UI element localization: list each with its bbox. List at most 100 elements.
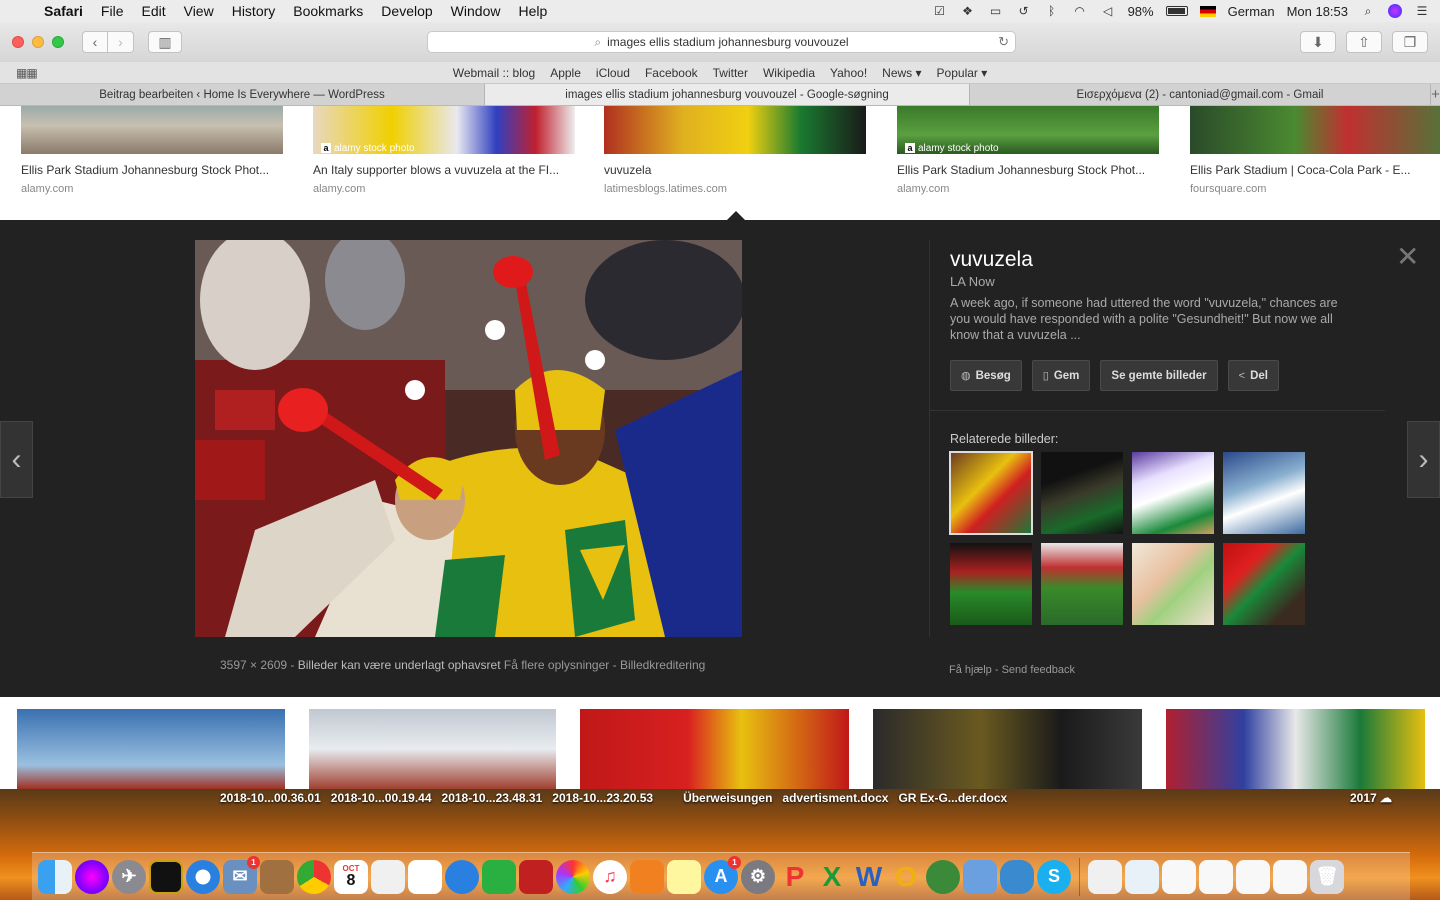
bluetooth-icon[interactable]: ᛒ [1044,4,1060,18]
share-button[interactable]: ⇧ [1346,31,1382,53]
back-button[interactable]: ‹ [82,31,108,53]
menu-window[interactable]: Window [451,3,501,19]
result-title[interactable]: Ellis Park Stadium Johannesburg Stock Ph… [897,163,1159,177]
document-icon[interactable] [1236,859,1270,894]
messages-icon[interactable] [445,859,479,894]
top-sites-grid-icon[interactable]: ▦▦ [16,66,38,80]
related-image[interactable] [1223,543,1305,625]
preview-icon[interactable] [963,859,997,894]
trash-icon[interactable]: 🗑 [1310,859,1344,894]
visit-button[interactable]: ◍ Besøg [950,360,1022,391]
image-credit-link[interactable]: Billedkreditering [620,658,705,672]
app-store-icon[interactable]: A1 [704,855,741,894]
fullscreen-window-button[interactable] [52,36,64,48]
result-thumbnail[interactable] [1190,106,1440,154]
more-info-link[interactable]: Få flere oplysninger [504,658,609,672]
checkbox-icon[interactable]: ☑ [932,4,948,18]
tab-google-search[interactable]: images ellis stadium johannesburg vouvou… [485,84,970,105]
clock[interactable]: Mon 18:53 [1287,4,1348,19]
sidebar-toggle-button[interactable]: ▥ [148,31,182,53]
document-icon[interactable] [1125,859,1159,894]
related-image[interactable] [950,543,1032,625]
volume-icon[interactable]: ◁ [1100,4,1116,18]
downloads-button[interactable]: ⬇ [1300,31,1336,53]
menu-develop[interactable]: Develop [381,3,432,19]
contacts-icon[interactable] [260,859,294,894]
fav-popular[interactable]: Popular ▾ [937,66,988,80]
people-icon[interactable] [1000,859,1034,894]
siri-icon[interactable] [1388,4,1402,18]
desktop-file[interactable]: 2018-10...23.20.53 [552,791,653,805]
main-image[interactable] [195,240,742,637]
input-source-label[interactable]: German [1228,4,1275,19]
desktop-file[interactable]: 2018-10...23.48.31 [442,791,543,805]
menu-file[interactable]: File [101,3,124,19]
german-flag-icon[interactable] [1199,5,1216,17]
tab-gmail[interactable]: Εισερχόμενα (2) - cantoniad@gmail.com - … [970,84,1431,105]
desktop-file[interactable]: 2018-10...00.19.44 [331,791,432,805]
result-card[interactable]: a alamy stock photo Ellis Park Stadium Jo… [897,106,1159,195]
spotlight-search-icon[interactable]: ⌕ [1360,4,1376,18]
word-icon[interactable]: W [852,860,886,894]
photo-booth-icon[interactable] [149,859,183,894]
desktop-file[interactable]: GR Ex-G...der.docx [898,791,1007,805]
result-thumbnail[interactable] [21,106,283,154]
next-image-button[interactable]: › [1407,421,1440,498]
result-title[interactable]: Ellis Park Stadium Johannesburg Stock Ph… [21,163,283,177]
chrome-icon[interactable] [297,859,331,894]
system-preferences-icon[interactable]: ⚙ [741,859,775,894]
reminders-icon[interactable] [408,859,442,894]
result-card[interactable]: a alamy stock photo An Italy supporter bl… [313,106,575,195]
related-image[interactable] [1041,452,1123,534]
finder-icon[interactable] [38,859,72,894]
close-viewer-icon[interactable]: ✕ [1396,240,1419,273]
fav-facebook[interactable]: Facebook [645,66,698,80]
reload-icon[interactable]: ↻ [998,34,1009,50]
battery-icon[interactable] [1165,6,1188,16]
safari-dock-icon[interactable] [186,859,220,894]
result-card[interactable]: vuvuzela latimesblogs.latimes.com [604,106,866,195]
dropbox-icon[interactable]: ❖ [960,4,976,18]
result-title[interactable]: An Italy supporter blows a vuvuzela at t… [313,163,575,177]
result-thumbnail[interactable]: a alamy stock photo [897,106,1159,154]
image-title[interactable]: vuvuzela [950,248,1033,272]
help-link[interactable]: Få hjælp [949,664,992,676]
document-icon[interactable] [1199,859,1233,894]
desktop-file[interactable]: 2017 ☁ [1350,791,1392,805]
fav-yahoo[interactable]: Yahoo! [830,66,867,80]
result-thumbnail[interactable] [309,709,556,789]
tab-wordpress[interactable]: Beitrag bearbeiten ‹ Home Is Everywhere … [0,84,485,105]
menu-edit[interactable]: Edit [141,3,165,19]
feedback-link[interactable]: Send feedback [1002,664,1075,676]
forward-button[interactable]: › [108,31,134,53]
fav-icloud[interactable]: iCloud [596,66,630,80]
document-icon[interactable] [1162,859,1196,894]
notes-icon[interactable] [667,859,701,894]
fav-twitter[interactable]: Twitter [713,66,748,80]
calendar-icon[interactable]: OCT 8 [334,859,368,894]
result-title[interactable]: Ellis Park Stadium | Coca-Cola Park - E.… [1190,163,1440,177]
wifi-icon[interactable]: ◠ [1072,4,1088,18]
globe-app-icon[interactable] [926,859,960,894]
result-thumbnail[interactable] [873,709,1142,789]
result-card[interactable]: Ellis Park Stadium Johannesburg Stock Ph… [21,106,283,195]
result-thumbnail[interactable] [580,709,849,789]
saved-images-button[interactable]: Se gemte billeder [1100,360,1218,391]
document-icon[interactable] [1088,859,1122,894]
siri-dock-icon[interactable] [75,859,109,894]
outlook-icon[interactable]: O [889,860,923,894]
result-thumbnail[interactable] [604,106,866,154]
desktop-file[interactable]: Überweisungen [683,791,772,805]
result-card[interactable]: Ellis Park Stadium | Coca-Cola Park - E.… [1190,106,1440,195]
menu-app-safari[interactable]: Safari [44,3,83,19]
battery-percent[interactable]: 98% [1128,4,1154,19]
new-tab-button[interactable]: + [1431,84,1440,105]
document-icon[interactable] [1273,859,1307,894]
related-image[interactable] [1041,543,1123,625]
minimize-window-button[interactable] [32,36,44,48]
mail-icon[interactable]: ✉ 1 [223,855,260,894]
books-icon[interactable] [630,859,664,894]
result-thumbnail[interactable] [17,709,285,789]
previous-image-button[interactable]: ‹ [0,421,33,498]
excel-icon[interactable]: X [815,860,849,894]
